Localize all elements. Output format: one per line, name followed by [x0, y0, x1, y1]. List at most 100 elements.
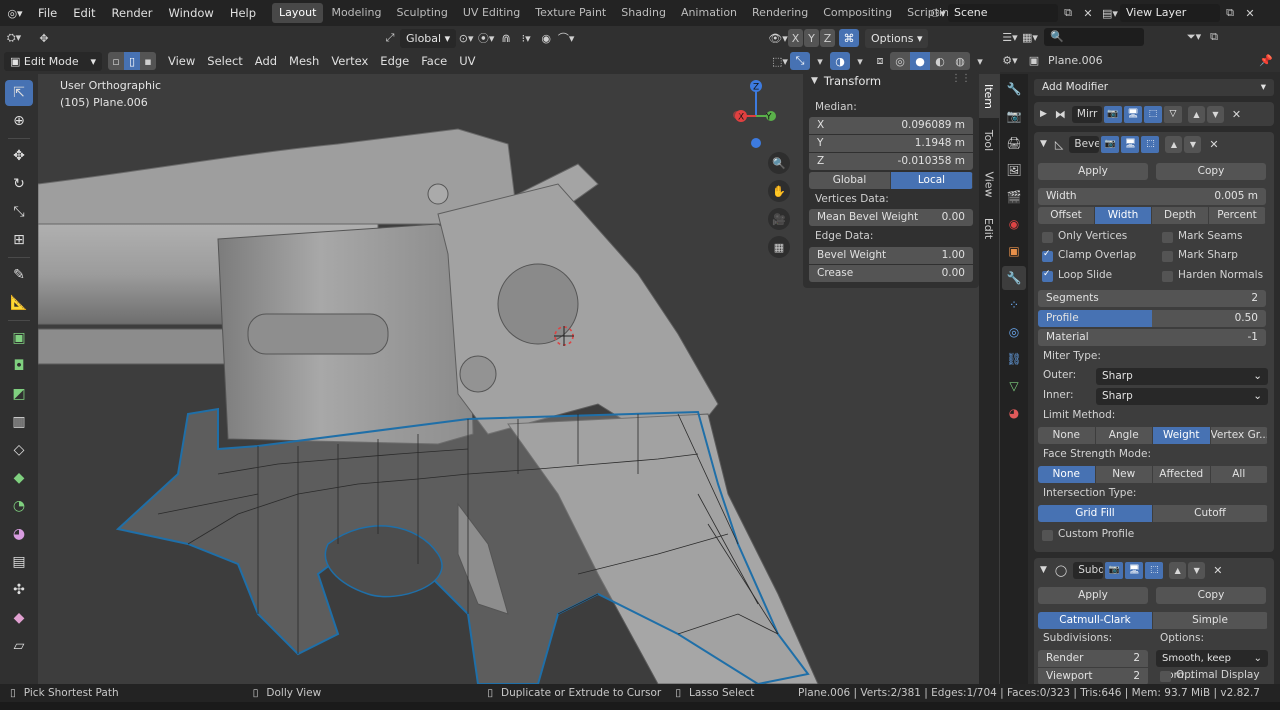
move-down-icon[interactable]: ▼ [1184, 135, 1202, 153]
editmode-toggle-icon[interactable]: ⬚ [1143, 105, 1162, 123]
edge-select-icon[interactable]: ▯ [124, 52, 140, 70]
median-y-field[interactable]: Y 1.1948 m [809, 135, 973, 152]
outliner-filter-icon[interactable]: ▦▾ [1020, 28, 1040, 46]
tab-sculpting[interactable]: Sculpting [390, 3, 455, 23]
axis-z-toggle[interactable]: Z [820, 29, 835, 47]
apply-button[interactable]: Apply [1038, 587, 1148, 604]
material-shading-icon[interactable]: ◐ [930, 52, 950, 70]
copy-button[interactable]: Copy [1156, 163, 1266, 180]
move-up-icon[interactable]: ▲ [1165, 135, 1183, 153]
solid-shading-icon[interactable]: ● [910, 52, 930, 70]
editmode-toggle-icon[interactable]: ⬚ [1145, 561, 1164, 579]
crease-field[interactable]: Crease 0.00 [809, 265, 973, 282]
rendered-shading-icon[interactable]: ◍ [950, 52, 970, 70]
median-z-field[interactable]: Z -0.010358 m [809, 153, 973, 170]
menu-help[interactable]: Help [222, 0, 264, 26]
pin-icon[interactable]: 📌 [1256, 51, 1276, 69]
scene-icon[interactable]: ⚇▾ [928, 4, 948, 22]
menu-file[interactable]: File [30, 0, 65, 26]
catmull-clark-toggle[interactable]: Catmull-Clark [1038, 612, 1153, 629]
spin-tool-icon[interactable]: ◔ [5, 493, 33, 519]
loop-cut-tool-icon[interactable]: ▥ [5, 409, 33, 435]
intersection-cutoff[interactable]: Cutoff [1153, 505, 1268, 522]
annotate-tool-icon[interactable]: ✎ [5, 262, 33, 288]
zoom-icon[interactable]: 🔍 [768, 152, 790, 174]
menu-face[interactable]: Face [415, 48, 453, 74]
menu-add[interactable]: Add [249, 48, 283, 74]
move-down-icon[interactable]: ▼ [1188, 561, 1206, 579]
output-tab-icon[interactable]: 🖨 [1002, 131, 1026, 155]
move-tool-icon[interactable]: ✥ [5, 143, 33, 169]
blender-logo-icon[interactable]: ◎▾ [0, 4, 30, 22]
bevel-tool-icon[interactable]: ◩ [5, 381, 33, 407]
rotate-tool-icon[interactable]: ↻ [5, 171, 33, 197]
view-layer-field[interactable]: View Layer [1120, 4, 1220, 22]
collapse-icon[interactable]: ▼ [811, 76, 818, 86]
transform-tool-icon[interactable]: ⊞ [5, 227, 33, 253]
limit-vertex-group[interactable]: Vertex Gr... [1210, 427, 1268, 444]
edge-slide-tool-icon[interactable]: ▤ [5, 549, 33, 575]
select-tool-icon[interactable]: ⇱ [5, 80, 33, 106]
render-toggle-icon[interactable]: 📷 [1105, 561, 1124, 579]
modifier-tab-icon[interactable]: 🔧 [1002, 266, 1026, 290]
global-toggle[interactable]: Global [809, 172, 891, 189]
tab-animation[interactable]: Animation [674, 3, 744, 23]
move-up-icon[interactable]: ▲ [1169, 561, 1187, 579]
custom-profile-checkbox[interactable] [1042, 530, 1053, 541]
subsurf-name-field[interactable]: Subd [1073, 561, 1104, 579]
axis-x-toggle[interactable]: X [788, 29, 803, 47]
smooth-tool-icon[interactable]: ◕ [5, 521, 33, 547]
face-strength-all[interactable]: All [1210, 466, 1268, 483]
pan-icon[interactable]: ✋ [768, 180, 790, 202]
tab-shading[interactable]: Shading [614, 3, 673, 23]
mark-sharp-checkbox[interactable] [1162, 251, 1173, 262]
tab-rendering[interactable]: Rendering [745, 3, 815, 23]
rip-tool-icon[interactable]: ▱ [5, 633, 33, 659]
overlay-dropdown-icon[interactable]: ▾ [850, 52, 870, 70]
limit-angle[interactable]: Angle [1095, 427, 1153, 444]
new-scene-icon[interactable]: ⧉ [1058, 4, 1078, 22]
tab-uv-editing[interactable]: UV Editing [456, 3, 527, 23]
loop-slide-checkbox[interactable] [1042, 269, 1053, 282]
proportional-edit-icon[interactable]: ◉ [536, 29, 556, 47]
tab-compositing[interactable]: Compositing [816, 3, 899, 23]
scene-tab-icon[interactable]: 🎬 [1002, 185, 1026, 209]
harden-normals-checkbox[interactable] [1162, 271, 1173, 282]
render-toggle-icon[interactable]: 📷 [1103, 105, 1122, 123]
viewport-toggle-icon[interactable]: 🖥 [1121, 135, 1140, 153]
wireframe-shading-icon[interactable]: ◎ [890, 52, 910, 70]
apply-button[interactable]: Apply [1038, 163, 1148, 180]
menu-view[interactable]: View [162, 48, 201, 74]
menu-render[interactable]: Render [104, 0, 161, 26]
width-type-depth[interactable]: Depth [1152, 207, 1209, 224]
limit-none[interactable]: None [1038, 427, 1096, 444]
mirror-name-field[interactable]: Mirr [1071, 105, 1102, 123]
mode-dropdown[interactable]: ▣ Edit Mode ▾ [4, 51, 102, 71]
mesh-data-tab-icon[interactable]: ▽ [1002, 374, 1026, 398]
inset-tool-icon[interactable]: ◘ [5, 353, 33, 379]
cursor-tool-icon[interactable]: ⊕ [5, 108, 33, 134]
falloff-icon[interactable]: ⌒▾ [556, 29, 576, 47]
camera-icon[interactable]: 🎥 [768, 208, 790, 230]
pivot-icon[interactable]: ⊙▾ [456, 29, 476, 47]
tab-tool[interactable]: Tool [979, 118, 999, 162]
profile-slider[interactable]: Profile 0.50 [1038, 310, 1266, 327]
shear-tool-icon[interactable]: ◆ [5, 605, 33, 631]
menu-edge[interactable]: Edge [374, 48, 415, 74]
width-field[interactable]: Width 0.005 m [1038, 188, 1266, 205]
render-tab-icon[interactable]: 📷 [1002, 104, 1026, 128]
menu-mesh[interactable]: Mesh [283, 48, 325, 74]
delete-scene-icon[interactable]: ✕ [1078, 4, 1098, 22]
mark-seams-checkbox[interactable] [1162, 232, 1173, 243]
world-tab-icon[interactable]: ◉ [1002, 212, 1026, 236]
face-strength-none[interactable]: None [1038, 466, 1096, 483]
viewport-toggle-icon[interactable]: 🖥 [1125, 561, 1144, 579]
width-type-width[interactable]: Width [1095, 207, 1152, 224]
knife-tool-icon[interactable]: ◇ [5, 437, 33, 463]
render-toggle-icon[interactable]: 📷 [1101, 135, 1120, 153]
bevel-name-field[interactable]: Beve [1069, 135, 1100, 153]
simple-toggle[interactable]: Simple [1153, 612, 1268, 629]
collapse-icon[interactable]: ▼ [1040, 565, 1047, 575]
transform-gizmo-icon[interactable]: ✥ [34, 29, 54, 47]
optimal-display-checkbox[interactable] [1160, 671, 1171, 682]
